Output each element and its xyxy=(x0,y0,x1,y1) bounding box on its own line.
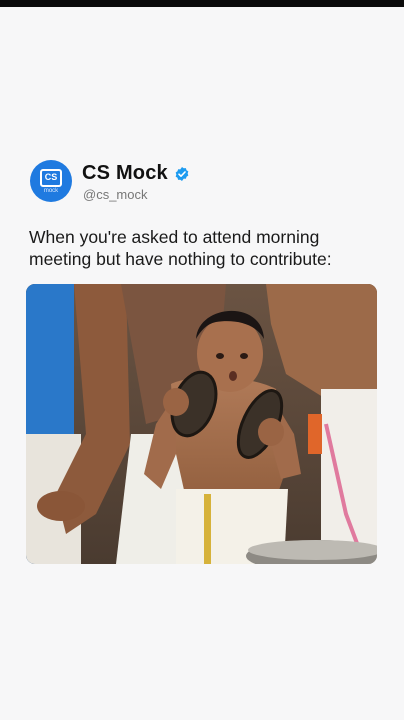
avatar[interactable]: CS mock xyxy=(30,160,72,202)
author-name[interactable]: CS Mock xyxy=(82,162,168,185)
avatar-sublabel: mock xyxy=(43,187,59,194)
post-header: CS mock CS Mock @cs_mock xyxy=(30,160,390,208)
avatar-logo: CS xyxy=(40,168,62,187)
verified-badge-icon xyxy=(175,166,189,181)
author-row: CS Mock xyxy=(82,162,190,185)
status-bar xyxy=(0,0,404,7)
post-media-image[interactable] xyxy=(26,284,377,564)
photo-meme-icon xyxy=(26,284,377,564)
post-text: When you're asked to attend morning meet… xyxy=(29,227,332,269)
author-handle[interactable]: @cs_mock xyxy=(83,187,148,202)
